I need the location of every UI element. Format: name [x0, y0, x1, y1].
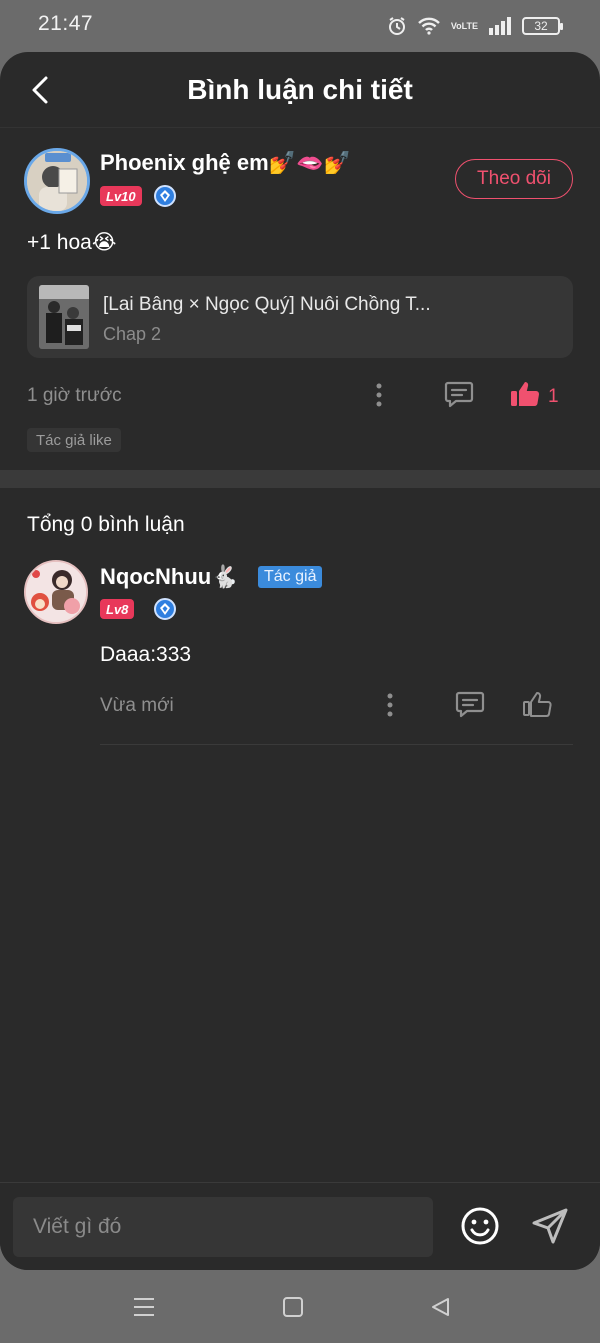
- author-liked-tag: Tác giả like: [27, 428, 121, 452]
- replies-count-heading: Tổng 0 bình luận: [27, 513, 185, 536]
- author-tag: Tác giả: [258, 566, 323, 588]
- battery-icon: 32: [522, 17, 563, 35]
- main-comment: Phoenix ghệ em💅🫦💅 Lv10 Theo dõi +1 hoa😭 …: [0, 128, 600, 470]
- thumbs-up-outline-icon: [523, 692, 552, 717]
- nav-menu-button[interactable]: [129, 1292, 159, 1322]
- reply-time: Vừa mới: [100, 695, 174, 716]
- comment-detail-sheet: Bình luận chi tiết Phoenix ghệ em💅🫦💅 Lv1…: [0, 52, 600, 1270]
- back-triangle-icon: [432, 1298, 449, 1316]
- reply-avatar-image: [26, 562, 86, 622]
- reply-text: Daaa:333: [100, 643, 192, 666]
- more-vertical-icon: [387, 693, 393, 717]
- like-count: 1: [548, 386, 559, 407]
- follow-button[interactable]: Theo dõi: [455, 159, 573, 199]
- avatar-image: [27, 151, 87, 211]
- reply-button[interactable]: [442, 378, 476, 410]
- smiley-icon: [461, 1207, 499, 1245]
- avatar[interactable]: [24, 148, 90, 214]
- home-square-icon: [283, 1297, 303, 1317]
- comment-icon: [455, 691, 485, 718]
- chapter-number: Chap 2: [103, 324, 162, 344]
- reply-more-options-button[interactable]: [377, 690, 403, 720]
- send-icon: [532, 1208, 568, 1244]
- section-divider: [0, 470, 600, 488]
- level-badge: Lv10: [100, 186, 142, 206]
- reply-level-badge: Lv8: [100, 599, 135, 619]
- signal-icon: [488, 17, 512, 35]
- like-button[interactable]: [508, 378, 542, 410]
- username[interactable]: Phoenix ghệ em💅🫦💅: [100, 150, 351, 176]
- reply-like-button[interactable]: [520, 688, 554, 720]
- more-vertical-icon: [376, 383, 382, 407]
- vip-gem-icon: [154, 185, 176, 207]
- comment-input-bar: [0, 1182, 600, 1270]
- row-divider: [100, 744, 573, 745]
- reply-username[interactable]: NqocNhuu🐇: [100, 564, 239, 590]
- system-nav-bar: [0, 1270, 600, 1343]
- page-title: Bình luận chi tiết: [187, 74, 413, 105]
- reply-reply-button[interactable]: [453, 688, 487, 720]
- comment-time: 1 giờ trước: [27, 385, 122, 406]
- chapter-thumbnail: [39, 285, 89, 349]
- volte-label-bottom: LTE: [461, 20, 478, 31]
- status-bar: 21:47 Vo LTE 32: [0, 0, 600, 52]
- more-options-button[interactable]: [366, 380, 392, 410]
- wifi-icon: [417, 16, 441, 36]
- chapter-card[interactable]: [Lai Bâng × Ngọc Quý] Nuôi Chồng T... Ch…: [27, 276, 573, 358]
- reply-avatar[interactable]: [24, 560, 88, 624]
- alarm-icon: [387, 16, 407, 36]
- comment-icon: [444, 381, 474, 408]
- emoji-button[interactable]: [458, 1204, 502, 1248]
- volte-label-top: Vo: [450, 20, 462, 31]
- thumbs-up-filled-icon: [511, 382, 540, 407]
- volte-icon: Vo LTE: [450, 20, 478, 31]
- comment-text: +1 hoa😭: [27, 231, 117, 254]
- header: Bình luận chi tiết: [0, 52, 600, 128]
- status-time: 21:47: [38, 12, 94, 35]
- nav-home-button[interactable]: [278, 1292, 308, 1322]
- battery-level: 32: [534, 19, 548, 33]
- chapter-title: [Lai Bâng × Ngọc Quý] Nuôi Chồng T...: [103, 294, 431, 315]
- menu-icon: [134, 1298, 154, 1316]
- status-icons: Vo LTE 32: [387, 14, 563, 38]
- comment-input[interactable]: [13, 1197, 433, 1257]
- reply-vip-gem-icon: [154, 598, 176, 620]
- nav-back-button[interactable]: [425, 1292, 455, 1322]
- send-button[interactable]: [528, 1204, 572, 1248]
